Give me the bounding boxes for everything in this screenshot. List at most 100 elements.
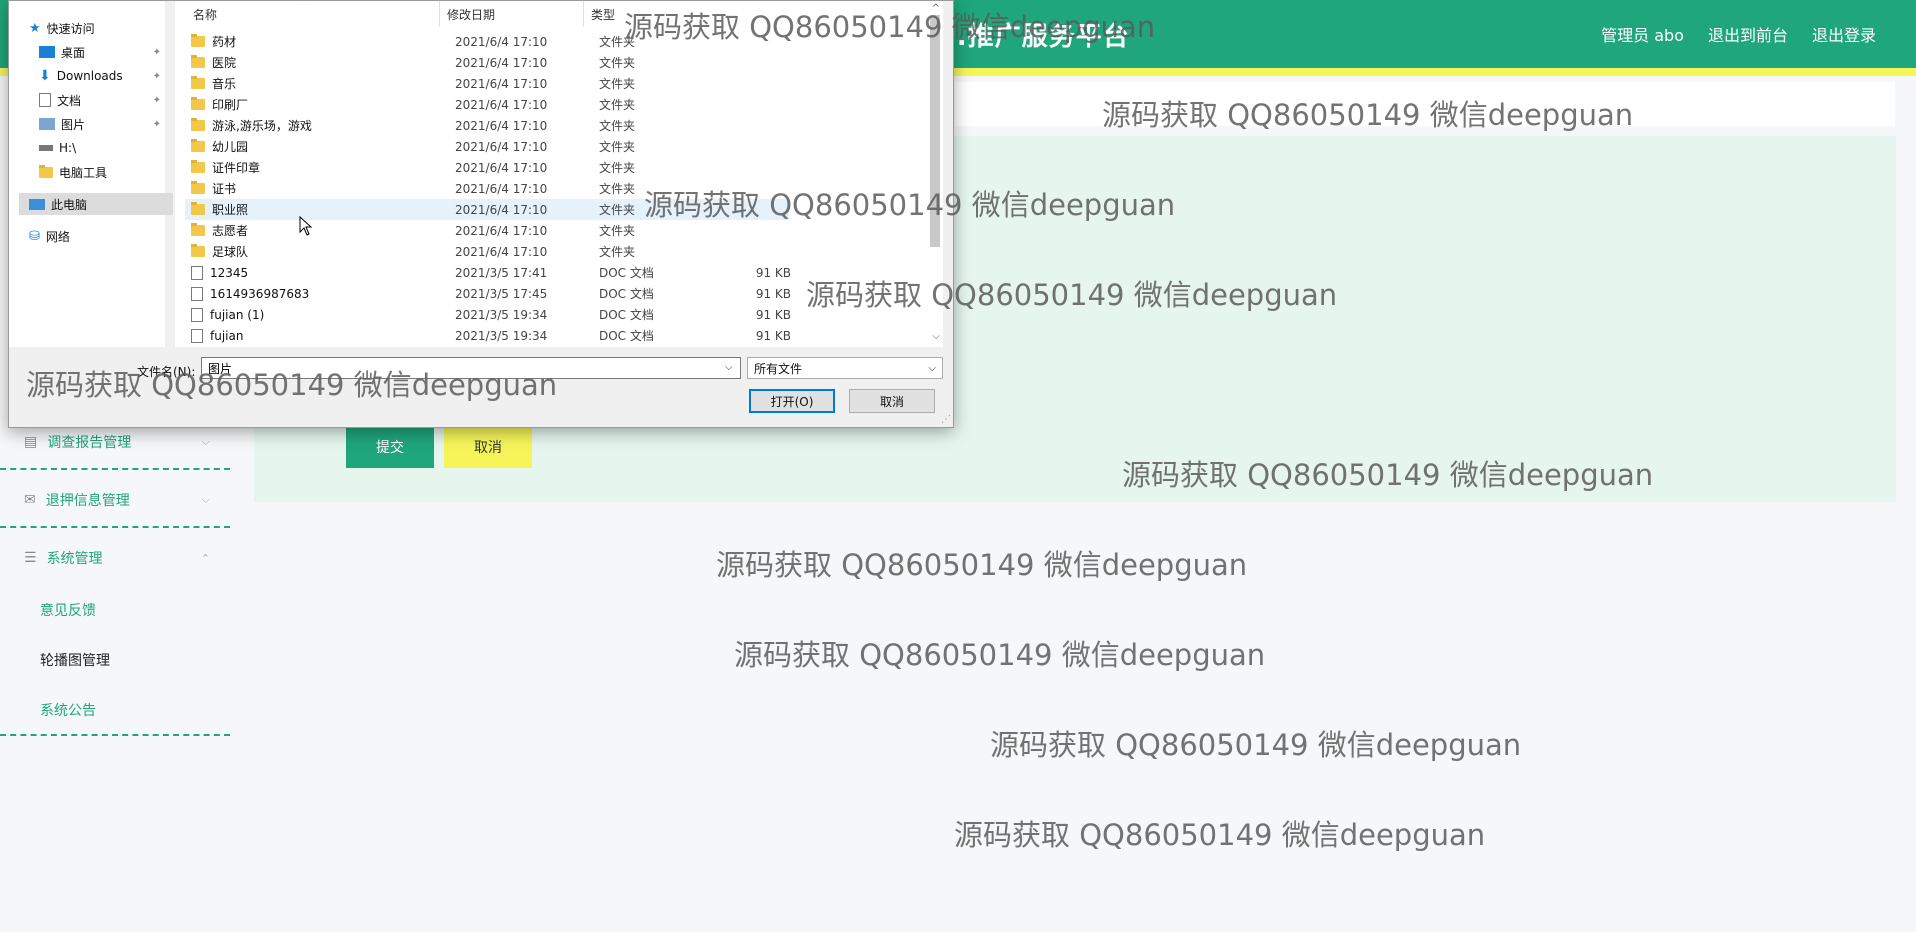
breadcrumb-panel [955,82,1895,126]
vertical-scrollbar[interactable]: ^ ⌵ [927,1,943,347]
file-date: 2021/3/5 19:34 [455,328,548,343]
nav-network[interactable]: ⛁ 网络 [29,225,161,247]
sidebar-item-carousel[interactable]: 轮播图管理 [40,650,110,670]
file-name: 医院 [212,56,237,70]
column-header-name[interactable]: 名称 [193,1,217,27]
file-type: 文件夹 [599,182,636,196]
file-row[interactable]: 幼儿园 2021/6/4 17:10 文件夹 [185,136,789,157]
file-name: 幼儿园 [212,140,249,154]
file-row[interactable]: 1614936987683 2021/3/5 17:45 DOC 文档 91 KB [185,283,791,304]
file-name: 药材 [212,35,237,49]
pin-icon: ✦ [152,94,161,106]
chevron-down-icon[interactable]: ⌵ [725,362,733,373]
resize-grip-icon[interactable]: ⋰ [941,414,951,425]
mouse-cursor-icon [299,216,313,236]
cancel-button[interactable]: 取消 [444,426,532,468]
scroll-thumb[interactable] [930,15,940,247]
filetype-select[interactable]: 所有文件 ⌵ [747,357,943,379]
file-name-cell: 12345 [191,265,249,280]
file-name: 志愿者 [212,224,249,238]
file-row[interactable]: 音乐 2021/6/4 17:10 文件夹 [185,73,789,94]
top-links: 管理员 abo 退出到前台 退出登录 [1601,22,1876,46]
nav-quick-access[interactable]: ★ 快速访问 [29,17,161,39]
sliders-icon: ☰ [24,550,37,566]
file-type: 文件夹 [599,35,636,49]
column-header-type[interactable]: 类型 [591,1,615,27]
submit-button[interactable]: 提交 [346,426,434,468]
file-type: 文件夹 [599,161,636,175]
nav-this-pc[interactable]: 此电脑 [19,193,173,215]
menu-group-system[interactable]: ☰ 系统管理 ⌃ [24,548,210,568]
go-frontend-link[interactable]: 退出到前台 [1708,22,1788,46]
file-type: DOC 文档 [599,308,654,322]
file-row[interactable]: fujian (1) 2021/3/5 19:34 DOC 文档 91 KB [185,304,791,325]
scroll-up-icon[interactable]: ^ [932,3,940,14]
nav-downloads[interactable]: ⬇ Downloads ✦ [39,65,161,87]
file-name-cell: fujian [191,328,243,343]
file-name-cell: 药材 [191,33,236,50]
file-date: 2021/6/4 17:10 [455,202,548,217]
file-name-cell: 1614936987683 [191,286,310,301]
star-icon: ★ [29,20,41,36]
nav-documents[interactable]: 文档 ✦ [39,89,161,111]
file-name-cell: 足球队 [191,243,248,260]
document-icon [191,307,203,322]
dialog-cancel-button[interactable]: 取消 [849,389,935,413]
nav-label: 电脑工具 [59,165,108,180]
column-header-date[interactable]: 修改日期 [447,1,495,27]
file-name: 印刷厂 [212,98,249,112]
admin-user-link[interactable]: 管理员 abo [1601,22,1684,46]
nav-desktop[interactable]: 桌面 ✦ [39,41,161,63]
folder-icon [39,164,53,178]
file-size: 91 KB [755,286,791,301]
nav-label: H:\ [59,141,77,155]
column-divider[interactable] [439,1,440,27]
file-name-cell: 职业照 [191,201,248,218]
file-row[interactable]: 职业照 2021/6/4 17:10 文件夹 [185,199,789,220]
file-size: 91 KB [755,328,791,343]
scroll-down-icon[interactable]: ⌵ [932,331,940,342]
file-name: 游泳,游乐场，游戏 [212,119,312,133]
file-open-dialog: ★ 快速访问 桌面 ✦ ⬇ Downloads ✦ 文档 ✦ 图片 ✦ H:\ [8,0,954,428]
folder-icon [191,160,205,173]
file-row[interactable]: 足球队 2021/6/4 17:10 文件夹 [185,241,789,262]
folder-icon [191,223,205,236]
chevron-down-icon: ⌵ [201,493,210,506]
nav-drive-h[interactable]: H:\ [39,137,161,159]
document-icon [191,328,203,343]
file-name: 证书 [212,182,237,196]
file-row[interactable]: 药材 2021/6/4 17:10 文件夹 [185,31,789,52]
menu-group-deposit-refund[interactable]: ✉ 退押信息管理 ⌵ [24,490,210,510]
watermark-text: 源码获取 QQ86050149 微信deepguan [716,548,1248,582]
folder-icon [191,139,205,152]
file-name: 1614936987683 [210,286,310,301]
sidebar-item-feedback[interactable]: 意见反馈 [40,600,96,620]
file-type: 文件夹 [599,77,636,91]
menu-group-label: 调查报告管理 [47,435,132,451]
column-divider[interactable] [583,1,584,27]
filename-input[interactable] [201,357,741,379]
open-button[interactable]: 打开(O) [749,389,835,413]
pin-icon: ✦ [152,118,161,130]
file-name: 12345 [210,265,249,280]
file-row[interactable]: 证书 2021/6/4 17:10 文件夹 [185,178,789,199]
filename-label: 文件名(N): [137,365,196,379]
file-row[interactable]: 游泳,游乐场，游戏 2021/6/4 17:10 文件夹 [185,115,789,136]
file-type: DOC 文档 [599,266,654,280]
file-row[interactable]: 印刷厂 2021/6/4 17:10 文件夹 [185,94,789,115]
menu-group-survey-reports[interactable]: ▤ 调查报告管理 ⌵ [24,432,210,452]
folder-icon [191,55,205,68]
file-row[interactable]: 志愿者 2021/6/4 17:10 文件夹 [185,220,789,241]
nav-label: 此电脑 [51,197,88,212]
file-row[interactable]: 12345 2021/3/5 17:41 DOC 文档 91 KB [185,262,791,283]
file-row[interactable]: 证件印章 2021/6/4 17:10 文件夹 [185,157,789,178]
sidebar-divider [0,468,230,470]
file-row[interactable]: fujian 2021/3/5 19:34 DOC 文档 91 KB [185,325,791,346]
sidebar-divider [0,526,230,528]
file-date: 2021/6/4 17:10 [455,97,548,112]
nav-pc-tools[interactable]: 电脑工具 [39,161,161,183]
sidebar-item-announcements[interactable]: 系统公告 [40,700,96,720]
logout-link[interactable]: 退出登录 [1812,22,1876,46]
nav-pictures[interactable]: 图片 ✦ [39,113,161,135]
file-row[interactable]: 医院 2021/6/4 17:10 文件夹 [185,52,789,73]
